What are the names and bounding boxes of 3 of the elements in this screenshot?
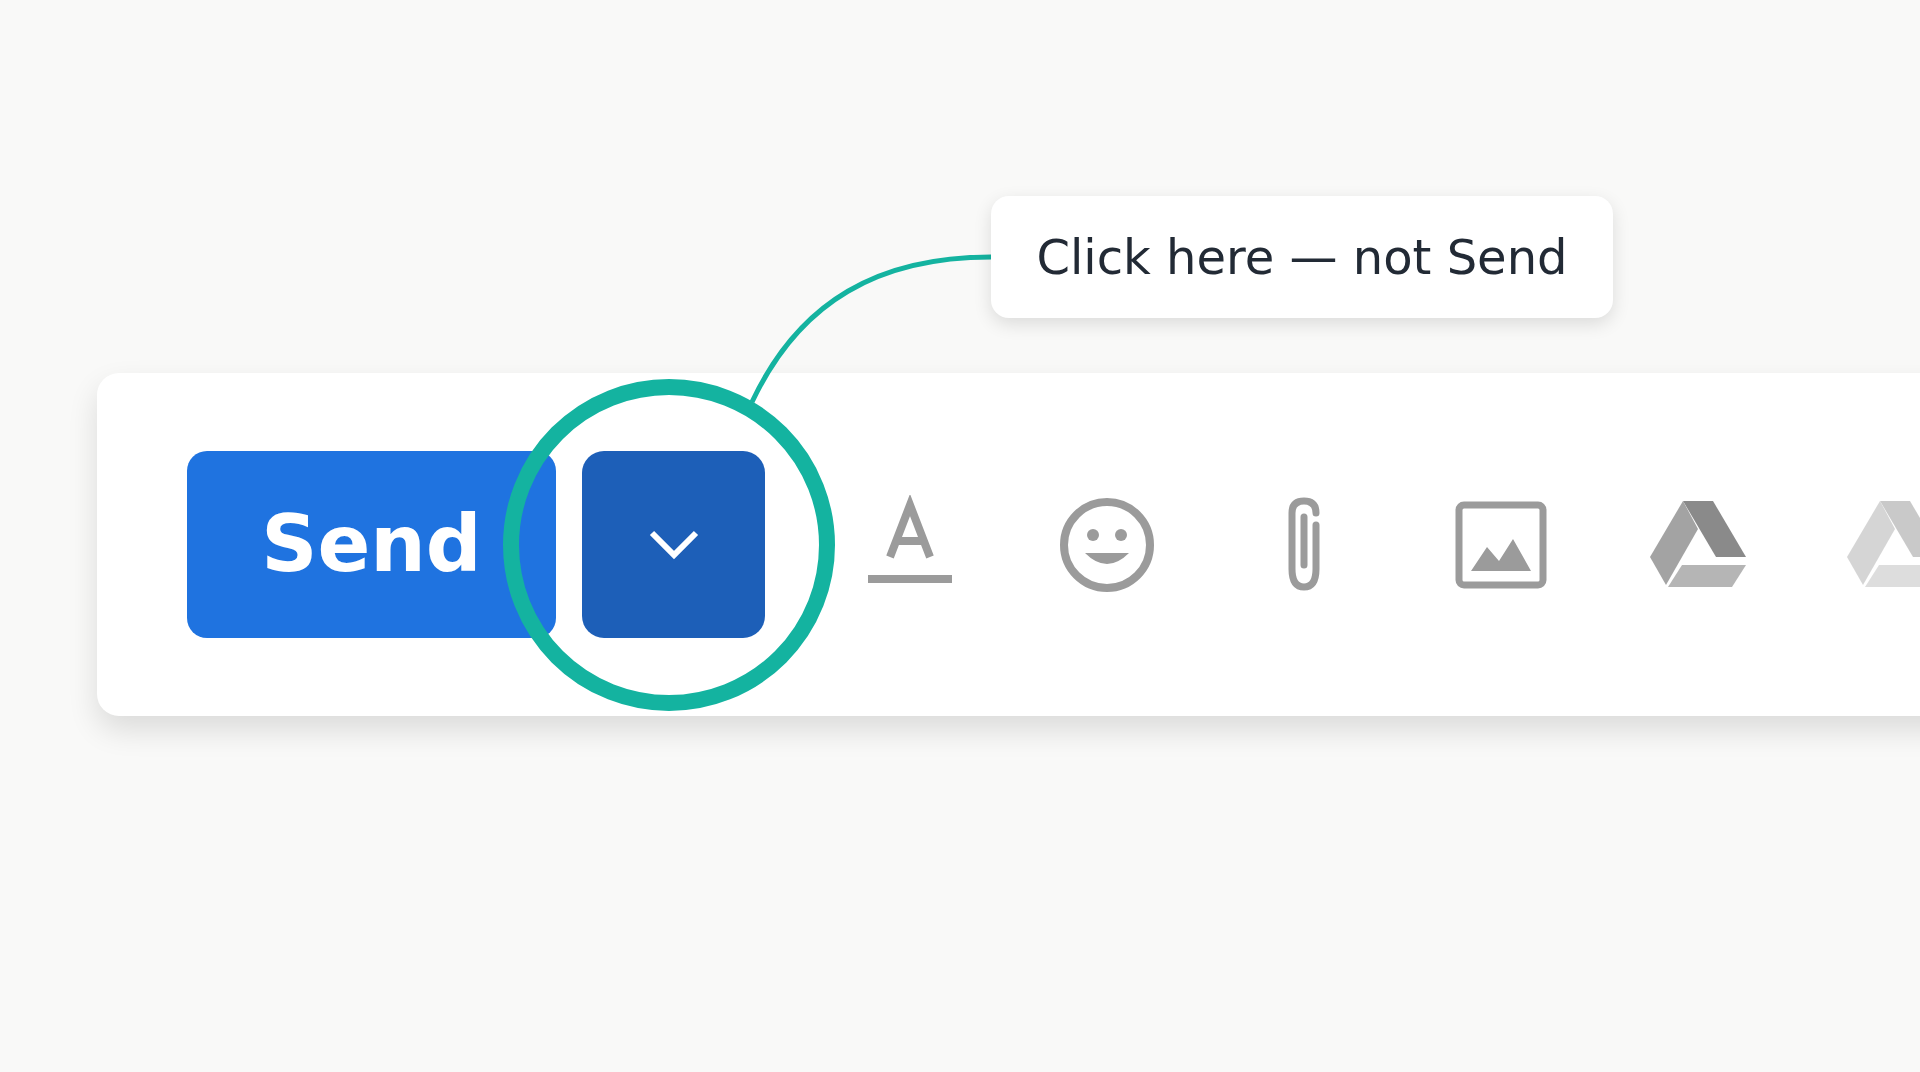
send-button[interactable]: Send [187, 451, 556, 638]
callout-tooltip: Click here — not Send [991, 196, 1613, 318]
send-options-button[interactable] [582, 451, 765, 638]
